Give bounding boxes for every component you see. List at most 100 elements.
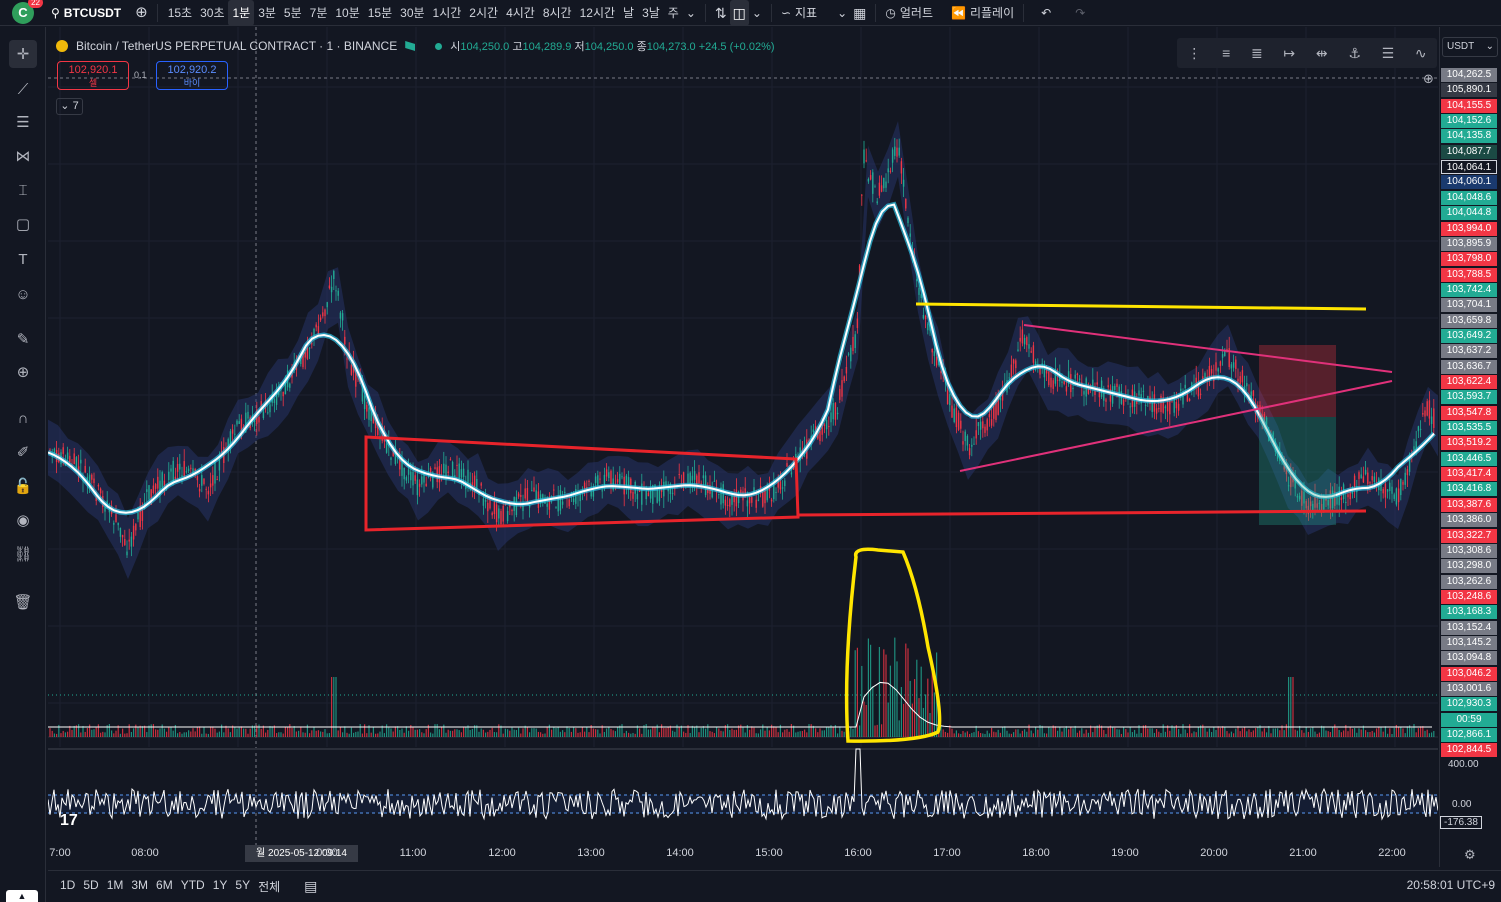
range-2[interactable]: 1M [103,878,128,895]
interval-6[interactable]: 10분 [331,0,363,26]
menu-lines-icon[interactable]: ☰ [1382,45,1395,62]
zoom-icon[interactable]: ⊕ [9,358,37,386]
indicators-toggle[interactable]: ⌄ 7 [56,98,83,115]
volume-bar [1098,724,1100,737]
candle-body [889,170,892,172]
time-label: 22:00 [1378,847,1406,859]
volume-bar [751,726,753,737]
volume-bar [1283,730,1285,737]
interval-13[interactable]: 12시간 [576,0,619,26]
fib-icon[interactable]: ☰ [9,108,37,136]
volume-bar [1250,732,1252,737]
symbol-title[interactable]: Bitcoin / TetherUS PERPETUAL CONTRACT · … [76,39,397,53]
indicators-button[interactable]: ∽ 지표 [778,0,820,26]
scribble-icon[interactable]: ∿ [1415,45,1427,62]
text-icon[interactable]: T [9,245,37,273]
range-1[interactable]: 5D [79,878,102,895]
clock[interactable]: 20:58:01 UTC+9 [1407,878,1495,892]
parallel-lines-icon[interactable]: ≣ [1251,45,1263,62]
interval-12[interactable]: 8시간 [539,0,576,26]
alert-button[interactable]: ◷ 얼러트 [882,0,936,26]
layout-grid-icon[interactable]: ▦ [850,0,869,26]
replay-button[interactable]: ⏪ 리플레이 [948,0,1017,26]
interval-14[interactable]: 날 [619,0,638,26]
volume-bar [1360,729,1362,737]
scroll-up-icon[interactable]: ▲ [6,890,38,902]
interval-9[interactable]: 1시간 [429,0,466,26]
interval-dropdown-icon[interactable]: ⌄ [683,0,699,26]
interval-0[interactable]: 15초 [164,0,196,26]
add-price-alert-icon[interactable]: ⊕ [1423,71,1434,87]
buy-button[interactable]: 102,920.2 바이 [156,61,228,90]
ruler-icon[interactable]: ✎ [9,325,37,353]
range-0[interactable]: 1D [56,878,79,895]
magnet-icon[interactable]: ∩ [9,404,37,432]
candle-body [1083,391,1085,395]
price-chart[interactable] [48,27,1438,867]
candle-body [1076,373,1079,375]
horizontal-measure-icon[interactable]: ⇹ [1316,45,1328,62]
rectangle-icon[interactable]: ▢ [9,210,37,238]
interval-8[interactable]: 30분 [396,0,428,26]
volume-bar [309,733,311,737]
candle-body [368,407,370,420]
interval-4[interactable]: 5분 [280,0,306,26]
volume-bar [1222,726,1224,737]
range-5[interactable]: YTD [177,878,209,895]
volume-bar [755,733,757,737]
interval-2[interactable]: 1분 [228,0,255,26]
volume-bar [408,730,410,737]
sell-button[interactable]: 102,920.1 셀 [57,61,129,90]
candle-style-icon[interactable]: ◫ [729,0,749,26]
candle-body [746,500,749,507]
compare-add-icon[interactable]: ⊕ [132,0,151,26]
crosshair-icon[interactable]: ✛ [9,40,37,68]
indicators-dropdown-icon[interactable]: ⌄ [834,0,850,26]
candle-body [955,407,958,428]
interval-15[interactable]: 3날 [638,0,664,26]
drag-handle-icon[interactable]: ⋮ [1187,45,1201,62]
emoji-icon[interactable]: ☺ [9,280,37,308]
undo-icon[interactable]: ↶ [1038,0,1054,26]
vertical-measure-icon[interactable]: ↦ [1283,45,1295,62]
settings-icon[interactable]: ⚙ [1464,847,1476,863]
range-3[interactable]: 3M [127,878,152,895]
currency-select[interactable]: USDT ⌄ [1442,37,1498,57]
measure-icon[interactable]: ⌶ [9,176,37,204]
interval-10[interactable]: 2시간 [465,0,502,26]
interval-5[interactable]: 7분 [306,0,332,26]
price-axis[interactable]: 104,262.5 105,890.1 104,155.5 104,152.6 104,… [1439,27,1501,867]
volume-bar [790,724,792,737]
range-7[interactable]: 5Y [231,878,254,895]
eye-icon[interactable]: ◉ [9,506,37,534]
candle-body [918,287,920,295]
range-4[interactable]: 6M [152,878,177,895]
range-6[interactable]: 1Y [209,878,232,895]
interval-1[interactable]: 30초 [196,0,228,26]
trash-icon[interactable]: 🗑 [9,588,37,616]
link-icon[interactable]: ⛓ [9,540,37,568]
chart-type-dropdown-icon[interactable]: ⌄ [749,0,765,26]
range-8[interactable]: 전체 [254,878,284,895]
pencil-lock-icon[interactable]: ✐ [9,438,37,466]
redo-icon[interactable]: ↷ [1072,0,1088,26]
symbol-search-button[interactable]: ⚲ BTCUSDT [48,0,124,26]
volume-bar [584,731,586,737]
lock-icon[interactable]: 🔓 [9,472,37,500]
candle-body [966,435,969,446]
time-axis[interactable]: 월 2025-05-12 09:14 7:00 08:00 0:00 11:00 12:… [48,845,1438,863]
user-avatar[interactable]: C 22 [12,0,43,24]
volume-bar [172,730,174,737]
interval-3[interactable]: 3분 [254,0,280,26]
interval-16[interactable]: 주 [664,0,683,26]
trendline-icon[interactable]: ⟋ [9,75,37,103]
pattern-icon[interactable]: ⋈ [9,142,37,170]
calendar-icon[interactable]: ▤ [298,878,323,895]
bars-icon[interactable]: ⚓ [1348,45,1361,62]
candle-body [1402,481,1404,485]
candle-body [80,459,82,464]
lines-icon[interactable]: ≡ [1222,45,1230,61]
interval-7[interactable]: 15분 [364,0,396,26]
bar-style-icon[interactable]: ⇅ [712,0,730,26]
interval-11[interactable]: 4시간 [502,0,539,26]
